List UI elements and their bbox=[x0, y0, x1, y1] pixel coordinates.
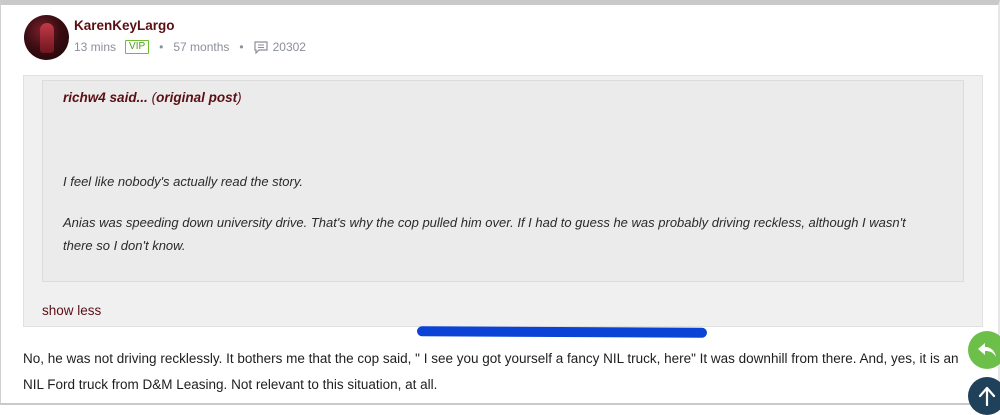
post-time: 13 mins bbox=[74, 40, 117, 54]
quote-link-close: ) bbox=[237, 90, 242, 105]
quote-header: richw4 said... (original post) bbox=[63, 90, 242, 105]
comment-count: 20302 bbox=[272, 40, 306, 54]
user-avatar[interactable] bbox=[24, 15, 69, 60]
quote-author-name[interactable]: richw4 bbox=[63, 90, 106, 105]
post-meta: 13 mins VIP • 57 months • 20302 bbox=[74, 39, 306, 55]
comment-icon bbox=[254, 40, 268, 54]
quote-said: said... bbox=[109, 90, 148, 105]
quote-line: Anias was speeding down university drive… bbox=[63, 215, 906, 253]
quote-line: I feel like nobody's actually read the s… bbox=[63, 174, 303, 189]
show-less-link[interactable]: show less bbox=[42, 303, 101, 318]
meta-separator: • bbox=[239, 40, 244, 54]
meta-separator: • bbox=[159, 40, 164, 54]
reply-button[interactable] bbox=[968, 331, 1000, 369]
member-tenure: 57 months bbox=[173, 40, 230, 54]
scroll-top-button[interactable] bbox=[968, 377, 1000, 415]
reply-body: No, he was not driving recklessly. It bo… bbox=[23, 351, 959, 392]
original-post-link[interactable]: original post bbox=[156, 90, 237, 105]
avatar-figure bbox=[40, 23, 54, 53]
vip-badge: VIP bbox=[125, 40, 150, 54]
username-link[interactable]: KarenKeyLargo bbox=[74, 18, 175, 33]
highlight-stroke bbox=[416, 326, 708, 338]
reply-arrow-icon bbox=[978, 343, 996, 357]
arrow-up-icon bbox=[978, 386, 996, 406]
